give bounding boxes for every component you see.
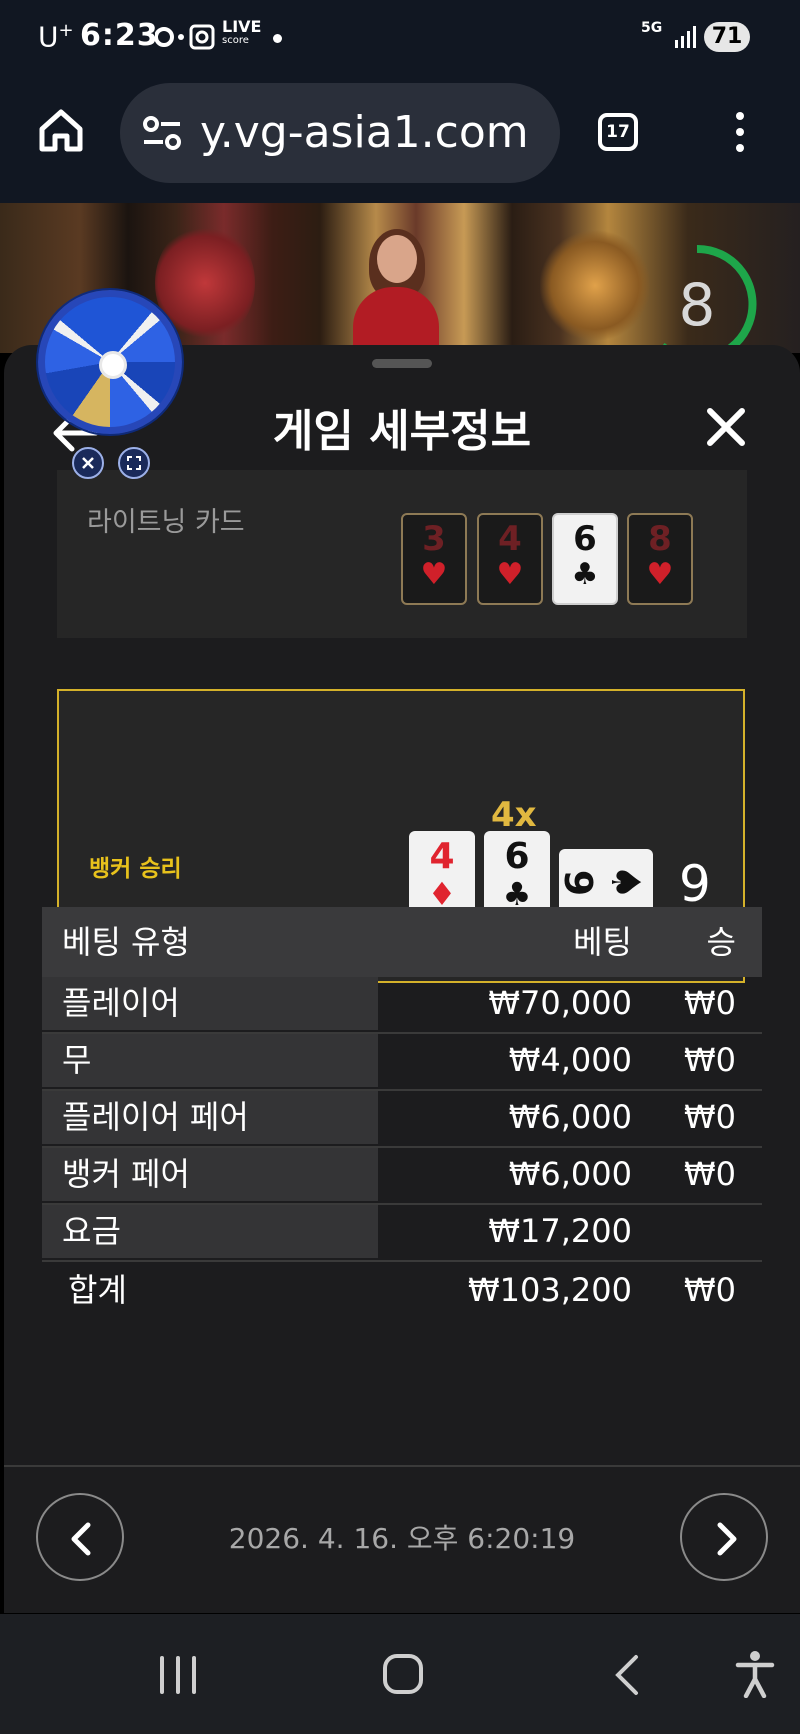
result-label: 뱅커 승리 — [89, 856, 182, 882]
table-row: 플레이어 ₩70,000 ₩0 — [42, 977, 762, 1034]
bet-amount: ₩70,000 — [488, 984, 632, 1022]
win-amount: ₩0 — [684, 1098, 736, 1136]
table-header: 베팅 유형 베팅 승 — [42, 907, 762, 977]
header-bet: 베팅 — [573, 923, 632, 961]
status-bar: U+ 6:23 LIVE score 5G 71 — [0, 0, 800, 75]
clock: 6:23 — [80, 18, 159, 53]
total-bet: ₩103,200 — [468, 1271, 632, 1309]
dealer-image — [345, 229, 445, 357]
total-win: ₩0 — [684, 1271, 736, 1309]
table-row: 플레이어 페어 ₩6,000 ₩0 — [42, 1091, 762, 1148]
more-menu-icon[interactable] — [730, 109, 750, 155]
site-settings-icon[interactable] — [142, 115, 182, 151]
banker-third-card: 9 ♠ — [556, 849, 653, 915]
win-amount: ₩0 — [684, 1155, 736, 1193]
bet-type: 플레이어 — [62, 984, 180, 1022]
win-amount: ₩0 — [684, 984, 736, 1022]
url-text: y.vg-asia1.com — [200, 107, 529, 158]
bet-type: 무 — [62, 1041, 92, 1079]
bet-amount: ₩17,200 — [488, 1212, 632, 1250]
bet-amount: ₩6,000 — [508, 1098, 632, 1136]
lightning-card: 4 ♥ — [477, 513, 543, 605]
close-widget-button[interactable] — [72, 447, 104, 479]
drag-handle[interactable] — [372, 359, 432, 368]
lightning-cards-panel: 라이트닝 카드 3 ♥ 4 ♥ 6 ♣ 8 ♥ — [57, 470, 747, 638]
system-home-icon[interactable] — [383, 1654, 423, 1694]
chevron-right-icon — [717, 1522, 737, 1556]
system-navigation-bar — [0, 1614, 800, 1734]
system-back-icon[interactable] — [612, 1654, 642, 1696]
lightning-card: 3 ♥ — [401, 513, 467, 605]
network-type-icon: 5G — [641, 20, 663, 36]
close-icon[interactable] — [704, 405, 748, 449]
floating-wheel-widget[interactable] — [38, 290, 182, 434]
header-win: 승 — [706, 923, 736, 961]
address-bar[interactable]: y.vg-asia1.com — [120, 83, 560, 183]
game-details-sheet: 게임 세부정보 라이트닝 카드 3 ♥ 4 ♥ 6 ♣ 8 ♥ 뱅커 승리 4x 4 ♦ … — [4, 345, 800, 1613]
bet-amount: ₩6,000 — [508, 1155, 632, 1193]
table-row: 요금 ₩17,200 — [42, 1205, 762, 1262]
home-icon[interactable] — [38, 107, 84, 153]
win-amount: ₩0 — [684, 1041, 736, 1079]
next-round-button[interactable] — [680, 1493, 768, 1581]
livescore-icon: LIVE score — [222, 17, 262, 47]
expand-icon — [127, 456, 141, 470]
carrier-label: U+ — [38, 20, 74, 54]
lightning-card-active: 6 ♣ — [552, 513, 618, 605]
bet-type: 플레이어 페어 — [62, 1098, 249, 1136]
tab-switcher-button[interactable]: 17 — [598, 113, 638, 151]
notification-icons — [154, 22, 215, 58]
bet-type: 요금 — [62, 1212, 121, 1250]
bet-amount: ₩4,000 — [508, 1041, 632, 1079]
lightning-cards-label: 라이트닝 카드 — [87, 507, 245, 538]
hand-score: 9 — [679, 855, 711, 913]
total-label: 합계 — [68, 1271, 127, 1309]
browser-toolbar: y.vg-asia1.com 17 — [0, 75, 800, 203]
total-row: 합계 ₩103,200 ₩0 — [42, 1262, 762, 1318]
signal-icon — [675, 26, 696, 48]
notification-dot-icon — [273, 34, 282, 43]
table-row: 무 ₩4,000 ₩0 — [42, 1034, 762, 1091]
lightning-multiplier: 4x — [491, 795, 537, 835]
lightning-card: 8 ♥ — [627, 513, 693, 605]
timer-value: 8 — [678, 271, 716, 339]
accessibility-icon[interactable] — [735, 1650, 775, 1698]
battery-icon: 71 — [704, 22, 750, 52]
header-bet-type: 베팅 유형 — [62, 923, 190, 961]
expand-widget-button[interactable] — [118, 447, 150, 479]
bet-type: 뱅커 페어 — [62, 1155, 190, 1193]
close-icon — [82, 457, 94, 469]
sync-icon — [154, 24, 215, 50]
table-row: 뱅커 페어 ₩6,000 ₩0 — [42, 1148, 762, 1205]
divider — [4, 1465, 800, 1467]
bets-table: 베팅 유형 베팅 승 플레이어 ₩70,000 ₩0 무 ₩4,000 ₩0 플… — [42, 907, 762, 1318]
recent-apps-icon[interactable] — [160, 1656, 200, 1694]
